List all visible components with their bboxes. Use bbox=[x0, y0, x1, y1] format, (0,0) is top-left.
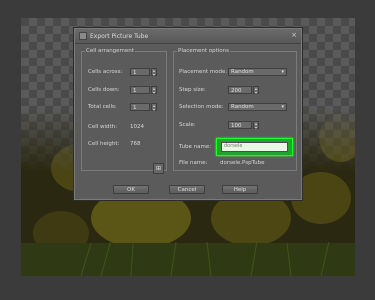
total-cells-input[interactable]: 1 bbox=[130, 103, 150, 111]
dialog-titlebar[interactable]: Export Picture Tube bbox=[75, 29, 301, 44]
help-button[interactable]: Help bbox=[222, 185, 258, 194]
total-cells-label: Total cells: bbox=[88, 104, 117, 110]
cell-height-label: Cell height: bbox=[88, 141, 120, 147]
total-cells-spinner[interactable]: ▴ ▾ bbox=[151, 103, 157, 111]
tube-name-highlight: dorsele bbox=[216, 138, 293, 156]
close-icon[interactable]: × bbox=[291, 31, 297, 39]
cells-down-spinner[interactable]: ▴ ▾ bbox=[151, 86, 157, 94]
cell-arrangement-title: Cell arrangement bbox=[85, 48, 135, 54]
scale-input[interactable]: 100 bbox=[228, 121, 252, 129]
cells-across-input[interactable]: 1 bbox=[130, 68, 150, 76]
cell-width-value: 1024 bbox=[130, 124, 144, 130]
selection-mode-label: Selection mode: bbox=[179, 104, 224, 110]
chevron-down-icon: ▾ bbox=[281, 69, 284, 75]
scale-spinner[interactable]: ▴ ▾ bbox=[253, 121, 259, 129]
placement-mode-value: Random bbox=[231, 69, 254, 75]
placement-options-title: Placement options bbox=[177, 48, 231, 54]
selection-mode-value: Random bbox=[231, 104, 254, 110]
export-picture-tube-dialog: Export Picture Tube × Cell arrangement C… bbox=[74, 28, 302, 200]
app-icon bbox=[79, 32, 87, 40]
ok-button[interactable]: OK bbox=[113, 185, 149, 194]
grid-icon[interactable]: ⊞ bbox=[153, 163, 164, 174]
chevron-down-icon: ▾ bbox=[281, 104, 284, 110]
file-name-value: dorsele.PspTube bbox=[220, 160, 265, 166]
step-size-input[interactable]: 200 bbox=[228, 86, 252, 94]
dialog-title: Export Picture Tube bbox=[90, 32, 149, 40]
cells-down-label: Cells down: bbox=[88, 87, 120, 93]
cancel-button[interactable]: Cancel bbox=[169, 185, 205, 194]
selection-mode-select[interactable]: Random ▾ bbox=[228, 103, 287, 111]
step-size-label: Step size: bbox=[179, 87, 206, 93]
step-size-spinner[interactable]: ▴ ▾ bbox=[253, 86, 259, 94]
tube-name-label: Tube name: bbox=[179, 144, 212, 150]
tube-name-input[interactable]: dorsele bbox=[221, 142, 288, 152]
cell-height-value: 768 bbox=[130, 141, 141, 147]
file-name-label: File name: bbox=[179, 160, 208, 166]
placement-mode-select[interactable]: Random ▾ bbox=[228, 68, 287, 76]
placement-mode-label: Placement mode: bbox=[179, 69, 228, 75]
cells-across-label: Cells across: bbox=[88, 69, 123, 75]
cell-width-label: Cell width: bbox=[88, 124, 118, 130]
cells-down-input[interactable]: 1 bbox=[130, 86, 150, 94]
app-workspace: Export Picture Tube × Cell arrangement C… bbox=[0, 0, 375, 300]
scale-label: Scale: bbox=[179, 122, 196, 128]
cells-across-spinner[interactable]: ▴ ▾ bbox=[151, 68, 157, 76]
